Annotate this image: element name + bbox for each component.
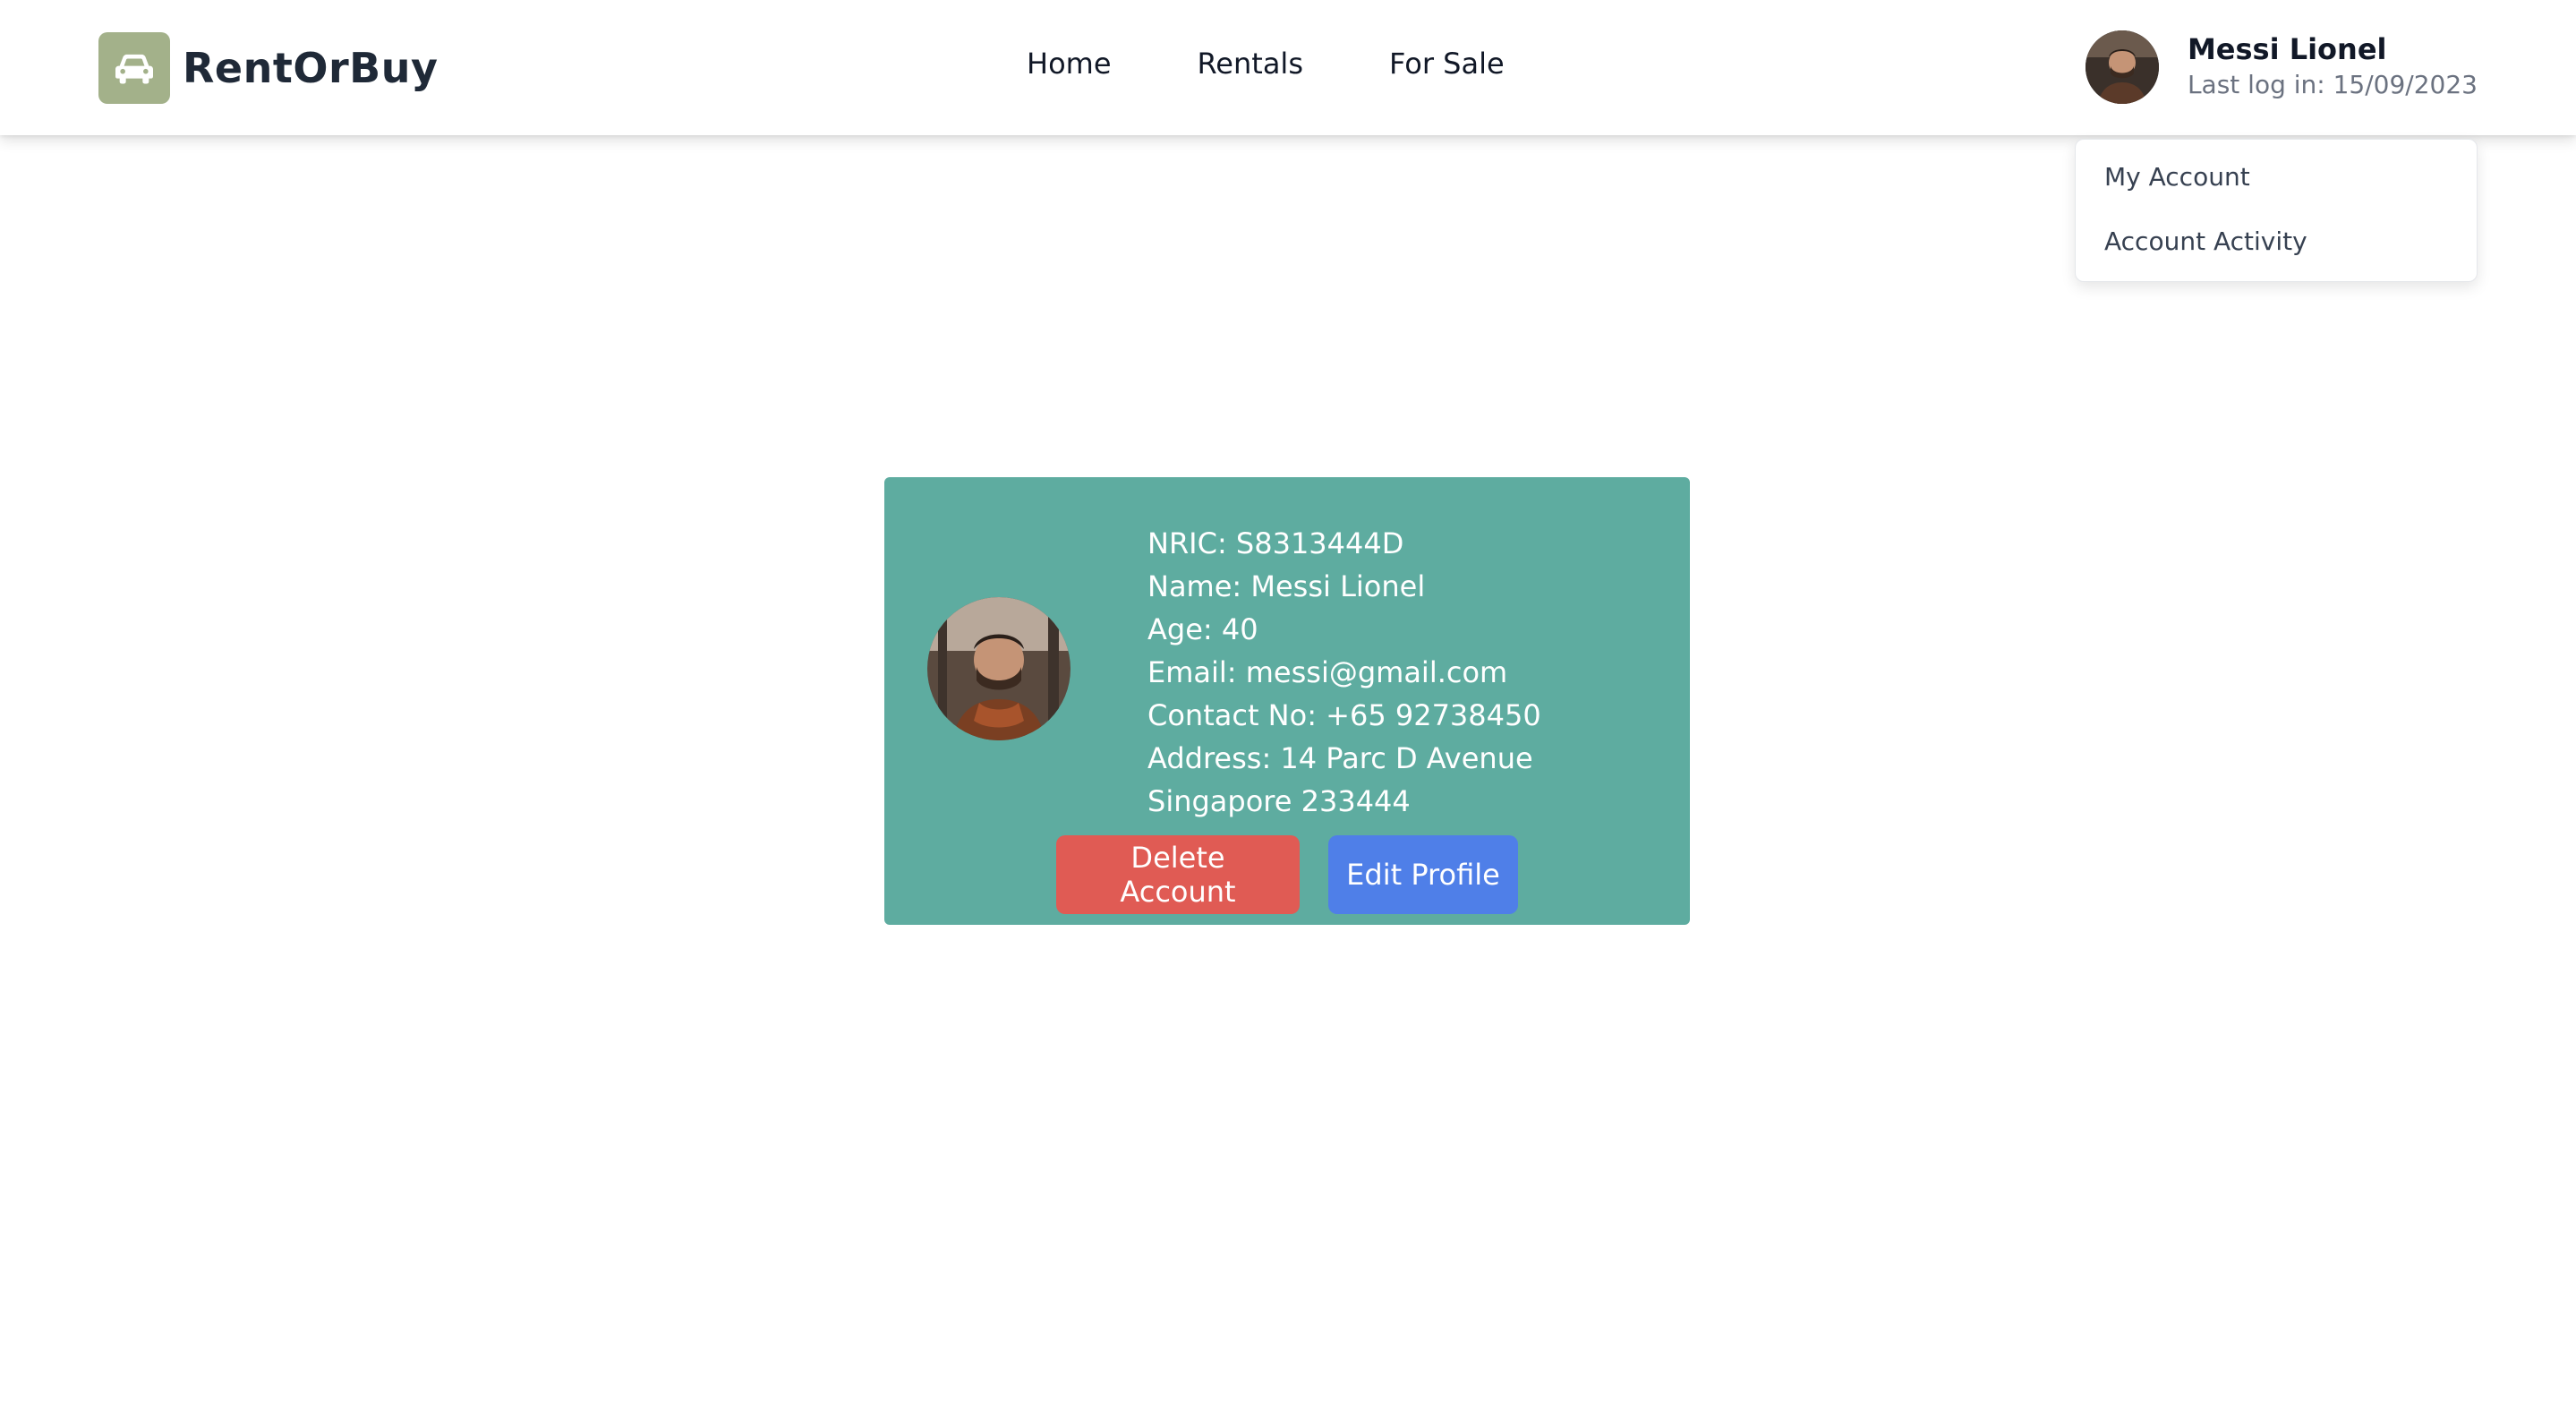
last-login: Last log in: 15/09/2023 [2187, 70, 2478, 99]
menu-item-account-activity[interactable]: Account Activity [2104, 226, 2448, 258]
profile-contact: Contact No: +65 92738450 [1147, 698, 1541, 732]
edit-profile-button[interactable]: Edit Profile [1328, 835, 1518, 914]
top-navbar: RentOrBuy Home Rentals For Sale Messi Li… [0, 0, 2576, 135]
avatar[interactable] [2085, 30, 2159, 104]
nav-for-sale[interactable]: For Sale [1389, 47, 1505, 81]
main-nav: Home Rentals For Sale [1027, 47, 1505, 81]
profile-email: Email: messi@gmail.com [1147, 655, 1508, 689]
profile-details: NRIC: S8313444D Name: Messi Lionel Age: … [1147, 522, 1541, 823]
profile-nric: NRIC: S8313444D [1147, 526, 1404, 560]
user-dropdown-menu: My Account Account Activity [2075, 139, 2478, 282]
user-menu-trigger[interactable]: Messi Lionel Last log in: 15/09/2023 [2085, 30, 2478, 104]
user-name: Messi Lionel [2187, 32, 2387, 66]
brand[interactable]: RentOrBuy [98, 32, 438, 104]
profile-name: Name: Messi Lionel [1147, 569, 1426, 603]
profile-age: Age: 40 [1147, 612, 1258, 646]
delete-account-button[interactable]: Delete Account [1056, 835, 1300, 914]
profile-card: NRIC: S8313444D Name: Messi Lionel Age: … [884, 477, 1690, 925]
brand-name: RentOrBuy [183, 44, 439, 92]
profile-avatar [927, 597, 1070, 740]
user-info: Messi Lionel Last log in: 15/09/2023 [2188, 31, 2478, 103]
nav-home[interactable]: Home [1027, 47, 1112, 81]
nav-rentals[interactable]: Rentals [1198, 47, 1303, 81]
profile-address-line1: Address: 14 Parc D Avenue [1147, 741, 1533, 775]
car-icon [98, 32, 170, 104]
menu-item-my-account[interactable]: My Account [2104, 161, 2448, 193]
profile-actions: Delete Account Edit Profile [1056, 835, 1518, 914]
profile-address-line2: Singapore 233444 [1147, 784, 1411, 818]
